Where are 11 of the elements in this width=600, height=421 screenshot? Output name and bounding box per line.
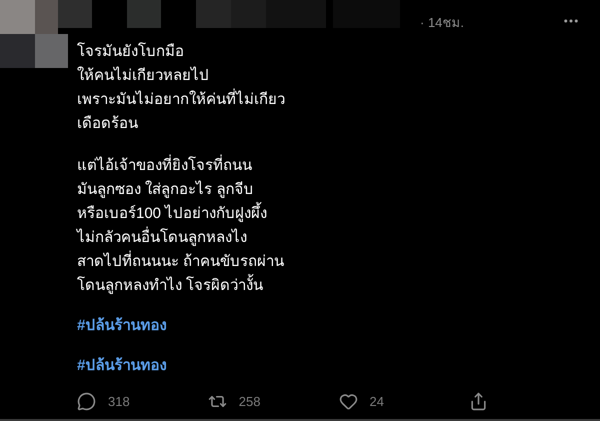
action-count: 258 [238,393,260,411]
share-icon[interactable] [469,392,488,412]
tweet-paragraph: โจรมันยังโบกมือ ให้คนไม่เกียวหลยไป เพราะมันไม่อยากให้ค่นที่ไม่เกียว เดือดร้อน [77,41,286,134]
timestamp[interactable]: · 14ชม. [420,13,464,32]
action-count: 318 [108,393,130,411]
hashtag-link[interactable]: #ปล้นร้านทอง [77,314,166,338]
tweet-paragraph: แต่ไอ้เจ้าของที่ยิงโจรที่ถนน มันลูกซอง ใส่ลูกอะไร ลูกจีบ หรือเบอร์100 ไปอย่างกับฝูงผึ้ง ไม่กลัวคนอื่นโดนลูกหลงไง สาดไปที่ถนนนะ ถ้าคนขับรถผ่าน โดนลูกหลงทำไง โจรผิดว่างั้น [77,154,600,298]
heart-icon[interactable] [338,392,358,412]
action-count: 24 [370,393,384,411]
hashtag-link[interactable]: #ปล้นร้านทอง [77,354,166,378]
comment-icon[interactable] [77,392,96,412]
